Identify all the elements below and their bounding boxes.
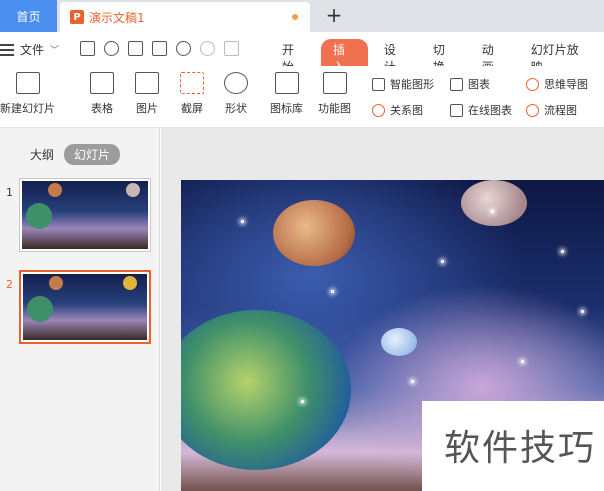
mind-map-label: 思维导图 — [544, 78, 588, 91]
file-menu[interactable]: 文件 ﹀ — [0, 41, 59, 58]
table-label: 表格 — [91, 102, 113, 115]
undo-icon[interactable] — [176, 41, 191, 56]
shape-label: 形状 — [225, 102, 247, 115]
online-chart-icon — [450, 103, 463, 117]
slide-thumbnail-image — [22, 181, 148, 249]
chart-button[interactable]: 图表 — [450, 76, 490, 92]
slides-panel: 大纲 幻灯片 1 2 — [0, 128, 160, 491]
redo-icon[interactable] — [200, 41, 215, 56]
chart-icon — [450, 77, 463, 91]
relation-chart-label: 关系图 — [390, 104, 423, 117]
slide-thumbnail-selected[interactable] — [19, 270, 151, 344]
shape-icon — [224, 72, 248, 94]
relation-chart-button[interactable]: 关系图 — [372, 102, 423, 118]
chart-label: 图表 — [468, 78, 490, 91]
smart-graphic-button[interactable]: 智能图形 — [372, 76, 434, 92]
slide-number: 2 — [6, 278, 13, 291]
print-preview-icon[interactable] — [152, 41, 167, 56]
print-icon[interactable] — [128, 41, 143, 56]
icon-library-label: 图标库 — [270, 102, 303, 115]
title-bar: 首页 P 演示文稿1 + — [0, 0, 604, 32]
quick-access-toolbar — [80, 41, 239, 56]
flowchart-button[interactable]: 流程图 — [526, 102, 577, 118]
tab-slides[interactable]: 幻灯片 — [64, 144, 121, 165]
tab-outline[interactable]: 大纲 — [30, 146, 54, 163]
document-tab-title: 演示文稿1 — [89, 10, 145, 25]
table-icon — [90, 72, 114, 94]
presentation-file-icon: P — [70, 10, 84, 24]
flowchart-label: 流程图 — [544, 104, 577, 117]
orange-planet-image — [273, 200, 355, 266]
pink-planet-image — [461, 180, 527, 226]
slide-thumbnail-image — [23, 274, 147, 340]
chevron-down-icon: ﹀ — [50, 46, 60, 56]
icon-library-icon — [274, 72, 299, 94]
slide-number: 1 — [6, 186, 13, 199]
save-icon[interactable] — [80, 41, 95, 56]
function-chart-label: 功能图 — [318, 102, 351, 115]
document-tab[interactable]: P 演示文稿1 — [60, 2, 310, 32]
shape-button[interactable]: 形状 — [224, 72, 248, 116]
customize-toolbar-icon[interactable] — [224, 41, 239, 56]
smart-graphic-icon — [372, 77, 385, 91]
flowchart-icon — [526, 103, 539, 117]
online-chart-label: 在线图表 — [468, 104, 512, 117]
watermark-overlay: 软件技巧 — [422, 401, 604, 491]
relation-chart-icon — [372, 103, 385, 117]
picture-button[interactable]: 图片 — [135, 72, 159, 116]
ribbon-toolbar: 新建幻灯片 表格 图片 截屏 形状 图标库 功能图 智能图形 图表 思维导图 关… — [0, 66, 604, 128]
screenshot-icon — [180, 72, 204, 94]
menu-bar: 文件 ﹀ 开始 插入 设计 切换 动画 幻灯片放映 — [0, 32, 604, 77]
file-menu-label: 文件 — [20, 43, 45, 57]
online-chart-button[interactable]: 在线图表 — [450, 102, 512, 118]
new-slide-button[interactable]: 新建幻灯片 — [0, 72, 55, 116]
slide-editor-area: 软件技巧 — [161, 128, 604, 491]
hamburger-icon — [0, 43, 14, 56]
table-button[interactable]: 表格 — [90, 72, 114, 116]
format-painter-icon[interactable] — [104, 41, 119, 56]
screenshot-button[interactable]: 截屏 — [180, 72, 204, 116]
home-tab[interactable]: 首页 — [0, 0, 57, 32]
smart-graphic-label: 智能图形 — [390, 78, 434, 91]
watermark-text: 软件技巧 — [443, 428, 596, 469]
view-tabs: 大纲 幻灯片 — [30, 144, 121, 165]
function-chart-button[interactable]: 功能图 — [318, 72, 351, 116]
function-chart-icon — [322, 72, 347, 94]
screenshot-label: 截屏 — [181, 102, 203, 115]
picture-icon — [135, 72, 159, 94]
ringed-planet-image — [381, 328, 417, 356]
earth-planet-image — [181, 310, 351, 470]
picture-label: 图片 — [136, 102, 158, 115]
icon-library-button[interactable]: 图标库 — [270, 72, 303, 116]
slide-thumbnail[interactable] — [19, 178, 151, 252]
new-slide-icon — [15, 72, 40, 94]
unsaved-dot-icon — [292, 14, 298, 20]
mind-map-button[interactable]: 思维导图 — [526, 76, 588, 92]
new-slide-label: 新建幻灯片 — [0, 102, 55, 115]
new-tab-button[interactable]: + — [324, 5, 344, 26]
mind-map-icon — [526, 77, 539, 91]
